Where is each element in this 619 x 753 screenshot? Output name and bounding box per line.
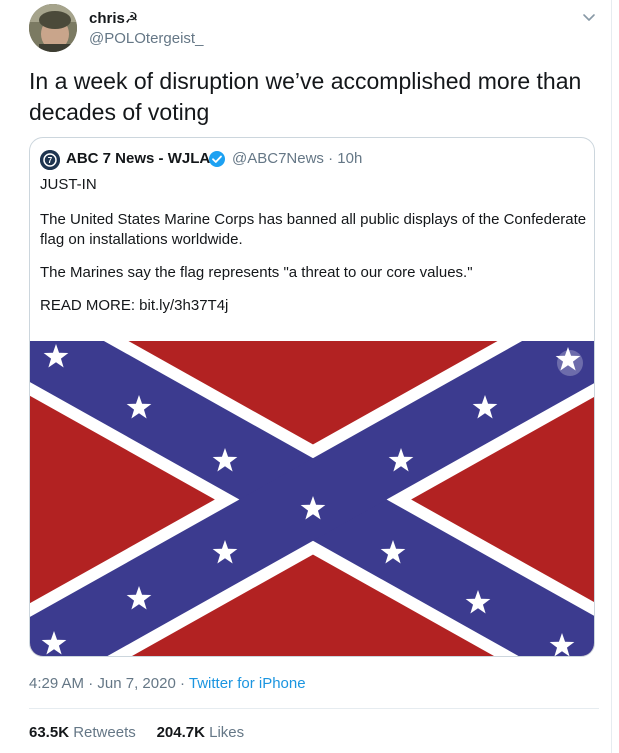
retweets-count: 63.5K (29, 724, 70, 741)
timestamp-date[interactable]: Jun 7, 2020 (97, 675, 175, 692)
quote-avatar: 7 (40, 150, 60, 170)
author-name-text: chris (89, 10, 125, 27)
timestamp-separator: · (84, 675, 98, 692)
svg-text:7: 7 (48, 156, 53, 165)
tweet-container: chris☭ @POLOtergeist_ In a week of disru… (0, 0, 619, 753)
likes-count: 204.7K (156, 724, 205, 741)
retweets-label: Retweets (73, 724, 136, 741)
author-name-glyph: ☭ (124, 10, 139, 27)
author-avatar[interactable] (29, 4, 77, 52)
likes-label: Likes (209, 724, 245, 741)
chevron-down-icon[interactable] (580, 8, 598, 26)
tweet-timestamp: 4:29 AM · Jun 7, 2020 · Twitter for iPho… (29, 675, 306, 692)
quote-time: 10h (337, 150, 363, 167)
stats-divider (29, 708, 599, 709)
quote-line: READ MORE: bit.ly/3h37T4j (40, 297, 229, 314)
quoted-tweet[interactable]: 7 ABC 7 News - WJLA @ABC7News · 10h JUST… (29, 137, 595, 657)
quote-author-handle: @ABC7News (232, 150, 324, 167)
tweet-stats: 63.5K Retweets 204.7K Likes (29, 724, 244, 741)
quote-separator: · (323, 150, 338, 167)
quote-line: JUST-IN (40, 176, 97, 193)
quote-line: The United States Marine Corps has banne… (40, 211, 587, 248)
retweets-stat[interactable]: 63.5K Retweets (29, 724, 136, 741)
tweet-text: In a week of disruption we’ve accomplish… (29, 68, 582, 125)
quote-author-name: ABC 7 News - WJLA (66, 150, 211, 167)
author-name[interactable]: chris☭ (89, 9, 138, 27)
source-separator: · (175, 675, 189, 692)
tweet-source-link[interactable]: Twitter for iPhone (189, 675, 306, 692)
quote-body: JUST-IN The United States Marine Corps h… (40, 175, 588, 316)
quote-line: The Marines say the flag represents "a t… (40, 264, 473, 281)
column-border (611, 0, 612, 753)
verified-badge-icon (208, 150, 226, 168)
confederate-flag-image (30, 285, 594, 656)
likes-stat[interactable]: 204.7K Likes (157, 724, 245, 741)
quote-meta: @ABC7News · 10h (232, 150, 362, 167)
author-handle[interactable]: @POLOtergeist_ (89, 30, 203, 47)
timestamp-time[interactable]: 4:29 AM (29, 675, 84, 692)
